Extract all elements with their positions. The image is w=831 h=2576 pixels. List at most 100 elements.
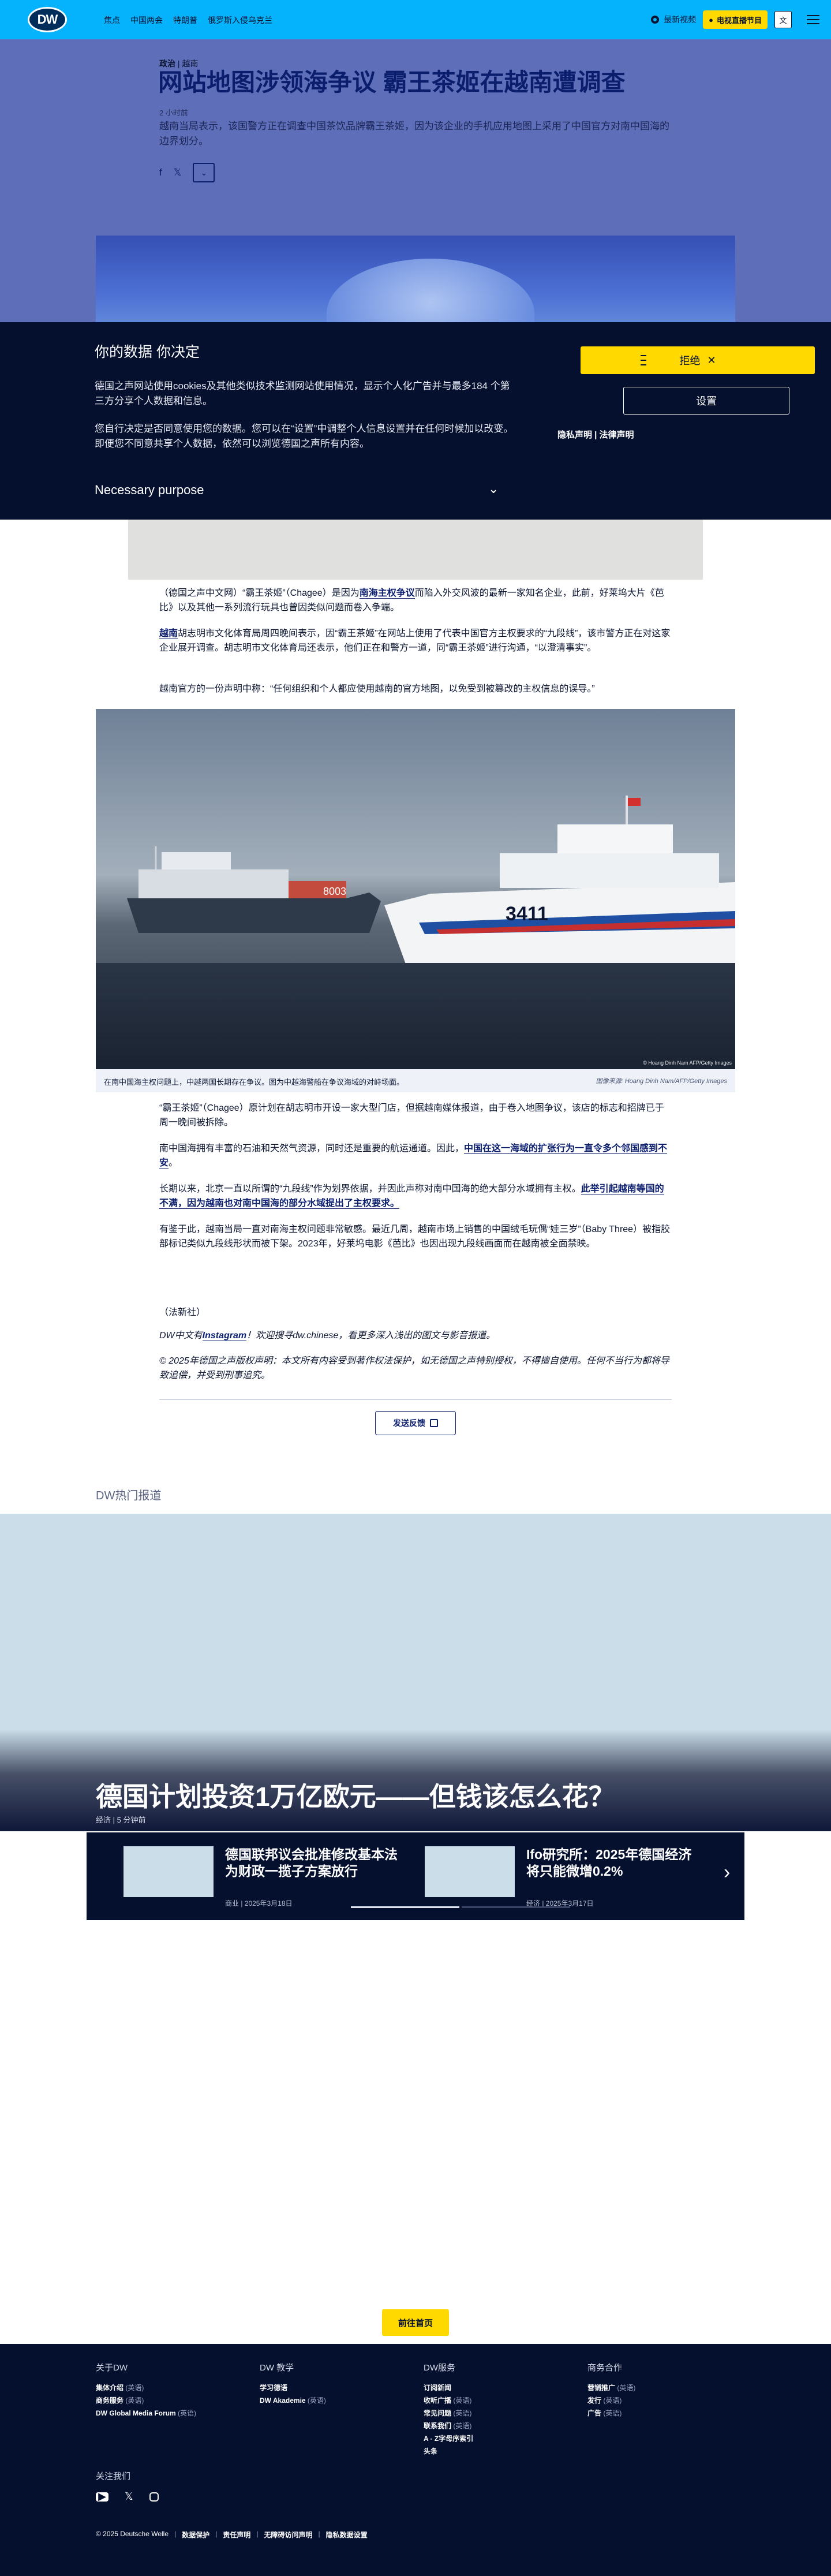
privacy-legal-links[interactable]: 隐私声明 | 法律声明 — [557, 428, 634, 440]
reject-button[interactable]: 拒绝 ✕ — [581, 346, 815, 374]
settings-button[interactable]: 设置 — [623, 387, 789, 415]
chevron-down-icon[interactable]: ⌄ — [488, 481, 499, 496]
back-home-button[interactable]: 前往首页 — [382, 2309, 449, 2336]
top-navigation: DW 焦点 中国两会 特朗普 俄罗斯入侵乌克兰 最新视频 ● 电视直播节目 文 — [0, 0, 831, 39]
nav-link-ukraine[interactable]: 俄罗斯入侵乌克兰 — [208, 14, 272, 27]
live-tv-button[interactable]: ● 电视直播节目 — [703, 10, 768, 29]
footer-col-services: DW服务 订阅新闻 收听广播 (英语) 常见问题 (英语) 联系我们 (英语) … — [424, 2361, 574, 2458]
carousel-dot-active[interactable] — [351, 1906, 459, 1908]
footer-link-lang: (英语) — [617, 2384, 636, 2392]
divider — [159, 1399, 672, 1400]
legal-links: © 2025 Deutsche Welle | 数据保护 | 责任声明 | 无障碍访问… — [96, 2530, 368, 2540]
caption-text: 在南中国海主权问题上，中越两国长期存在争议。图为中越海警船在争议海域的对峙场面。 — [104, 1078, 405, 1087]
footer-col-title: DW服务 — [424, 2363, 455, 2373]
instagram-icon[interactable] — [149, 2492, 159, 2502]
body-paragraph: 越南胡志明市文化体育局周四晚间表示，因“霸王茶姬”在网站上使用了代表中国官方主权… — [159, 627, 672, 656]
feedback-button[interactable]: 发送反馈 — [375, 1411, 456, 1435]
nav-link-trump[interactable]: 特朗普 — [173, 14, 197, 27]
footer-link[interactable]: 发行 (英语) — [587, 2394, 738, 2407]
footer-link-text: DW Akademie — [260, 2396, 306, 2405]
footer-link[interactable]: 头条 — [424, 2445, 574, 2458]
footer-link[interactable]: 常见问题 (英语) — [424, 2407, 574, 2420]
footer-link[interactable]: 集体介绍 (英语) — [96, 2381, 246, 2394]
footer-link[interactable]: 联系我们 (英语) — [424, 2420, 574, 2432]
footer-link[interactable]: DW Global Media Forum (英语) — [96, 2407, 246, 2420]
footer-link[interactable]: 订阅新闻 — [424, 2381, 574, 2394]
share-bar: f 𝕏 ⌄ — [159, 163, 215, 182]
nav-link-focus[interactable]: 焦点 — [104, 14, 120, 27]
menu-icon[interactable] — [807, 15, 819, 24]
cookie-banner: 你的数据 你决定 德国之声网站使用cookies及其他类似技术监测网站使用情况，… — [0, 322, 831, 520]
latest-video-label: 最新视频 — [664, 15, 697, 24]
hot-report-title[interactable]: 德国计划投资1万亿欧元——但钱该怎么花？ — [96, 1776, 615, 1814]
disclaimer-link[interactable]: 责任声明 — [223, 2530, 250, 2540]
nav-right: 最新视频 ● 电视直播节目 文 — [651, 8, 819, 31]
kicker: 政治 | 越南 — [159, 58, 198, 69]
accessibility-link[interactable]: 无障碍访问声明 — [264, 2530, 312, 2540]
svg-text:3411: 3411 — [506, 903, 548, 925]
footer-link-lang: (英语) — [603, 2409, 622, 2417]
more-share-icon[interactable]: ⌄ — [193, 163, 215, 182]
sea-water — [96, 963, 735, 1069]
footer-link[interactable]: A - Z字母序索引 — [424, 2432, 574, 2445]
carousel-card[interactable]: Ifo研究所：2025年德国经济将只能微增0.2% 经济 | 2025年3月17… — [425, 1846, 696, 1907]
card-thumbnail — [425, 1846, 515, 1897]
footer-link[interactable]: 收听广播 (英语) — [424, 2394, 574, 2407]
x-icon[interactable]: 𝕏 — [125, 2491, 133, 2503]
body-text: ！欢迎搜寻dw.chinese，看更多深入浅出的图文与影音报道。 — [246, 1331, 496, 1341]
footer-link-text: 头条 — [424, 2447, 438, 2455]
latest-video-button[interactable]: 最新视频 — [651, 8, 696, 31]
footer-link-lang: (英语) — [603, 2396, 622, 2405]
facebook-icon[interactable]: f — [159, 167, 162, 178]
china-ship-illustration: 3411 — [384, 796, 735, 969]
vietnam-link[interactable]: 越南 — [159, 629, 178, 639]
footer-link-lang: (英语) — [453, 2422, 472, 2430]
coast-guard-photo: 8003 3411 © Hoang Dinh Nam AFP/Getty Ima… — [96, 709, 735, 1069]
footer-link-text: 集体介绍 — [96, 2384, 124, 2392]
footer-col-title: 商务合作 — [587, 2363, 623, 2373]
instagram-link[interactable]: Instagram — [202, 1331, 247, 1341]
nav-links: 焦点 中国两会 特朗普 俄罗斯入侵乌克兰 — [104, 14, 272, 27]
privacy-settings-link[interactable]: 隐私数据设置 — [326, 2530, 368, 2540]
reject-bars-icon — [641, 355, 646, 365]
article-teaser: 越南当局表示，该国警方正在调查中国茶饮品牌霸王茶姬，因为该企业的手机应用地图上采… — [159, 121, 669, 147]
x-icon[interactable]: 𝕏 — [174, 167, 182, 178]
news-carousel: 德国联邦议会批准修改基本法为财政一揽子方案放行 商业 | 2025年3月18日 … — [87, 1832, 744, 1920]
youtube-icon[interactable]: ▶ — [96, 2491, 108, 2502]
data-protection-link[interactable]: 数据保护 — [182, 2530, 209, 2540]
footer-link-text: 常见问题 — [424, 2409, 452, 2417]
chevron-right-icon[interactable]: › — [724, 1861, 730, 1884]
necessary-purpose-toggle[interactable]: Necessary purpose — [95, 483, 204, 498]
footer-link[interactable]: 广告 (英语) — [587, 2407, 738, 2420]
language-button[interactable]: 文 — [774, 11, 792, 28]
footer-link[interactable]: DW Akademie (英语) — [260, 2394, 410, 2407]
feedback-label: 发送反馈 — [393, 1418, 425, 1428]
cookie-text-2: 您自行决定是否同意使用您的数据。您可以在“设置”中调整个人信息设置并在任何时候加… — [95, 423, 514, 449]
separator: | — [318, 2530, 320, 2538]
carousel-card[interactable]: 德国联邦议会批准修改基本法为财政一揽子方案放行 商业 | 2025年3月18日 — [123, 1846, 398, 1907]
footer-link-lang: (英语) — [307, 2396, 326, 2405]
body-text: 。 — [169, 1158, 178, 1168]
dw-logo[interactable]: DW — [28, 7, 67, 32]
copy-icon — [430, 1419, 438, 1427]
kicker-region[interactable]: 越南 — [182, 59, 198, 68]
footer-link-text: 发行 — [587, 2396, 602, 2405]
footer-link-lang: (英语) — [125, 2396, 144, 2405]
kicker-topic[interactable]: 政治 — [159, 59, 175, 68]
nav-link-two-sessions[interactable]: 中国两会 — [130, 14, 163, 27]
separator: | — [256, 2530, 259, 2538]
south-china-sea-link[interactable]: 南海主权争议 — [359, 588, 415, 599]
footer-link[interactable]: 营销推广 (英语) — [587, 2381, 738, 2394]
footer-link-lang: (英语) — [453, 2396, 472, 2405]
card-meta: 商业 | 2025年3月18日 — [225, 1899, 293, 1907]
footer-link-text: 联系我们 — [424, 2422, 452, 2430]
article-title: 网站地图涉领海争议 霸王茶姬在越南遭调查 — [158, 69, 626, 96]
footer-link[interactable]: 商务服务 (英语) — [96, 2394, 246, 2407]
card-title: 德国联邦议会批准修改基本法为财政一揽子方案放行 — [225, 1847, 398, 1879]
body-paragraph: 长期以来，北京一直以所谓的“九段线”作为划界依据，并因此声称对南中国海的绝大部分… — [159, 1182, 672, 1211]
cookie-text-1: 德国之声网站使用cookies及其他类似技术监测网站使用情况，显示个人化广告并与… — [95, 380, 510, 406]
carousel-dot[interactable] — [462, 1906, 570, 1908]
social-links: ▶ 𝕏 — [96, 2491, 159, 2503]
footer-link[interactable]: 学习德语 — [260, 2381, 410, 2394]
footer-link-text: 商务服务 — [96, 2396, 124, 2405]
